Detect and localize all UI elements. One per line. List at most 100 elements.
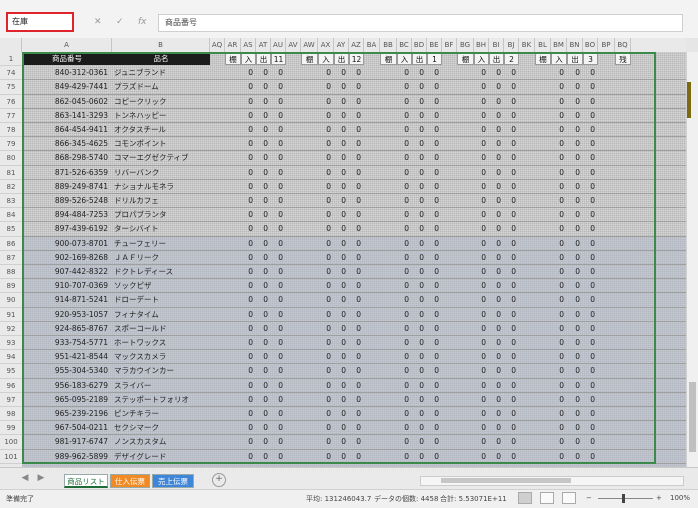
quantity-cell[interactable]: 0 — [241, 80, 253, 93]
quantity-cell[interactable]: 0 — [412, 407, 424, 420]
product-code-cell[interactable]: 907-442-8322 — [22, 265, 108, 278]
product-code-cell[interactable]: 981-917-6747 — [22, 435, 108, 448]
quantity-cell[interactable]: 0 — [567, 137, 580, 150]
quantity-cell[interactable]: 0 — [567, 80, 580, 93]
column-header[interactable]: BK — [519, 38, 535, 52]
quantity-cell[interactable]: 0 — [583, 222, 595, 235]
table-row[interactable]: 866-345-4625 コモンポイント 0 0 0 0 0 0 0 0 0 0 0 0 0 0 0 — [22, 137, 686, 152]
quantity-cell[interactable]: 0 — [241, 237, 253, 250]
quantity-cell[interactable]: 0 — [349, 66, 361, 79]
quantity-cell[interactable]: 0 — [412, 194, 424, 207]
quantity-cell[interactable]: 0 — [567, 208, 580, 221]
quantity-cell[interactable]: 0 — [241, 151, 253, 164]
quantity-cell[interactable]: 0 — [551, 109, 564, 122]
table-row[interactable]: 951-421-8544 マックスカメラ 0 0 0 0 0 0 0 0 0 0 0 0 0 0 0 — [22, 350, 686, 365]
quantity-cell[interactable]: 0 — [474, 137, 486, 150]
quantity-cell[interactable]: 0 — [271, 379, 283, 392]
quantity-cell[interactable]: 0 — [397, 421, 409, 434]
quantity-cell[interactable]: 0 — [504, 336, 516, 349]
quantity-cell[interactable]: 0 — [412, 151, 424, 164]
product-code-cell[interactable]: 910-707-0369 — [22, 279, 108, 292]
quantity-cell[interactable]: 0 — [504, 450, 516, 463]
quantity-cell[interactable]: 0 — [271, 322, 283, 335]
product-name-cell[interactable]: スライバー — [112, 379, 208, 392]
quantity-cell[interactable]: 0 — [271, 336, 283, 349]
zoom-in-icon[interactable]: + — [656, 494, 662, 502]
row-header[interactable]: 100 — [0, 435, 22, 450]
quantity-cell[interactable]: 0 — [427, 251, 439, 264]
column-header[interactable]: BN — [567, 38, 583, 52]
quantity-cell[interactable]: 0 — [489, 435, 501, 448]
quantity-cell[interactable]: 0 — [583, 322, 595, 335]
quantity-cell[interactable]: 0 — [412, 180, 424, 193]
quantity-cell[interactable]: 0 — [256, 194, 268, 207]
quantity-cell[interactable]: 0 — [427, 450, 439, 463]
quantity-cell[interactable]: 0 — [256, 350, 268, 363]
quantity-cell[interactable]: 0 — [504, 222, 516, 235]
quantity-cell[interactable]: 0 — [318, 293, 331, 306]
quantity-cell[interactable]: 0 — [349, 123, 361, 136]
quantity-cell[interactable]: 0 — [349, 393, 361, 406]
quantity-cell[interactable]: 0 — [334, 166, 346, 179]
quantity-cell[interactable]: 0 — [489, 180, 501, 193]
quantity-cell[interactable]: 0 — [567, 237, 580, 250]
quantity-cell[interactable]: 0 — [256, 66, 268, 79]
quantity-cell[interactable]: 0 — [412, 336, 424, 349]
product-code-cell[interactable]: 965-239-2196 — [22, 407, 108, 420]
quantity-cell[interactable]: 0 — [567, 222, 580, 235]
quantity-cell[interactable]: 0 — [474, 435, 486, 448]
quantity-cell[interactable]: 0 — [397, 166, 409, 179]
quantity-cell[interactable]: 0 — [241, 279, 253, 292]
quantity-cell[interactable]: 0 — [489, 336, 501, 349]
quantity-cell[interactable]: 0 — [271, 393, 283, 406]
product-name-cell[interactable]: ターシバイト — [112, 222, 208, 235]
quantity-cell[interactable]: 0 — [271, 308, 283, 321]
quantity-cell[interactable]: 0 — [567, 95, 580, 108]
quantity-cell[interactable]: 0 — [318, 66, 331, 79]
column-header[interactable]: AZ — [349, 38, 364, 52]
quantity-cell[interactable]: 0 — [567, 194, 580, 207]
quantity-cell[interactable]: 0 — [349, 293, 361, 306]
quantity-cell[interactable]: 0 — [583, 208, 595, 221]
column-header[interactable]: BD — [412, 38, 427, 52]
quantity-cell[interactable]: 0 — [241, 421, 253, 434]
quantity-cell[interactable]: 0 — [551, 237, 564, 250]
quantity-cell[interactable]: 0 — [474, 421, 486, 434]
quantity-cell[interactable]: 0 — [397, 379, 409, 392]
quantity-cell[interactable]: 0 — [318, 80, 331, 93]
quantity-cell[interactable]: 0 — [474, 251, 486, 264]
row-header[interactable]: 82 — [0, 180, 22, 194]
quantity-cell[interactable]: 0 — [241, 251, 253, 264]
quantity-cell[interactable]: 0 — [334, 208, 346, 221]
quantity-cell[interactable]: 0 — [241, 336, 253, 349]
quantity-cell[interactable]: 0 — [256, 208, 268, 221]
quantity-cell[interactable]: 0 — [412, 95, 424, 108]
quantity-cell[interactable]: 0 — [349, 137, 361, 150]
row-header[interactable]: 98 — [0, 407, 22, 422]
quantity-cell[interactable]: 0 — [349, 435, 361, 448]
quantity-cell[interactable]: 0 — [474, 336, 486, 349]
quantity-cell[interactable]: 0 — [334, 322, 346, 335]
quantity-cell[interactable]: 0 — [427, 293, 439, 306]
quantity-cell[interactable]: 0 — [427, 95, 439, 108]
quantity-cell[interactable]: 0 — [489, 293, 501, 306]
quantity-cell[interactable]: 0 — [551, 265, 564, 278]
quantity-cell[interactable]: 0 — [271, 265, 283, 278]
product-name-cell[interactable]: チューフェリー — [112, 237, 208, 250]
quantity-cell[interactable]: 0 — [349, 265, 361, 278]
quantity-cell[interactable]: 0 — [412, 80, 424, 93]
quantity-cell[interactable]: 0 — [256, 109, 268, 122]
quantity-cell[interactable]: 0 — [489, 194, 501, 207]
quantity-cell[interactable]: 0 — [397, 95, 409, 108]
quantity-cell[interactable]: 0 — [397, 279, 409, 292]
product-name-cell[interactable]: ソックピザ — [112, 279, 208, 292]
quantity-cell[interactable]: 0 — [334, 450, 346, 463]
quantity-cell[interactable]: 0 — [334, 407, 346, 420]
quantity-cell[interactable]: 0 — [504, 151, 516, 164]
product-name-cell[interactable]: トンネハッピー — [112, 109, 208, 122]
quantity-cell[interactable]: 0 — [318, 123, 331, 136]
product-code-cell[interactable]: 956-183-6279 — [22, 379, 108, 392]
quantity-cell[interactable]: 0 — [489, 237, 501, 250]
quantity-cell[interactable]: 0 — [474, 279, 486, 292]
product-code-cell[interactable]: 864-454-9411 — [22, 123, 108, 136]
